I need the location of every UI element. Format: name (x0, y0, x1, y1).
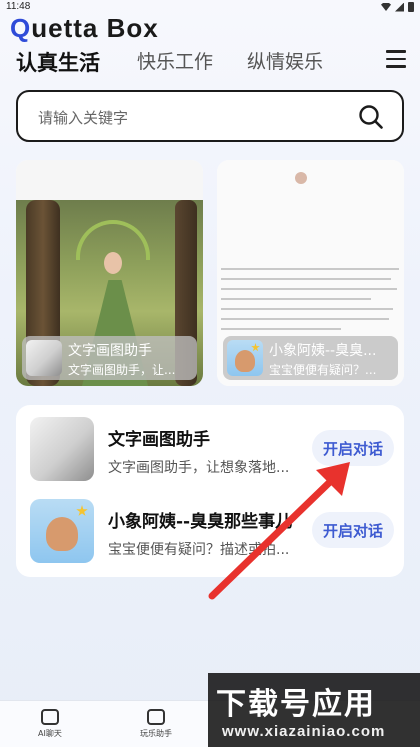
wifi-icon (381, 3, 391, 11)
logo-text: uetta Box (31, 12, 159, 43)
list-item[interactable]: 小象阿姨--臭臭那些事儿 宝宝便便有疑问？描述或拍... 开启对话 (30, 499, 394, 565)
search-icon[interactable] (358, 104, 384, 130)
tab-life[interactable]: 认真生活 (16, 47, 100, 77)
featured-card-title: 文字画图助手 (68, 343, 152, 359)
featured-card-subtitle: 宝宝便便有疑问？... (269, 363, 377, 377)
start-chat-button[interactable]: 开启对话 (312, 512, 394, 548)
nav-play-assistant[interactable]: 玩乐助手 (140, 709, 172, 739)
poop-thumbnail (227, 340, 263, 376)
star-icon (76, 505, 88, 516)
search-input[interactable]: 请输入关键字 (38, 107, 128, 128)
nav-play-assistant-label: 玩乐助手 (140, 729, 172, 738)
assistant-list: 文字画图助手 文字画图助手，让想象落地... 开启对话 小象阿姨--臭臭那些事儿… (16, 405, 404, 577)
tab-entertainment[interactable]: 纵情娱乐 (247, 47, 323, 74)
status-time: 11:48 (6, 1, 31, 12)
nav-ai-chat[interactable]: AI聊天 (38, 709, 62, 739)
list-item-subtitle: 文字画图助手，让想象落地... (108, 460, 290, 476)
featured-card-title: 小象阿姨--臭臭... (269, 343, 377, 359)
avatar (295, 172, 307, 184)
category-tabs: 认真生活 快乐工作 纵情娱乐 (16, 44, 406, 76)
featured-card-subtitle: 文字画图助手，让... (68, 363, 176, 377)
menu-icon[interactable] (386, 50, 406, 68)
poop-icon (235, 350, 255, 372)
logo-q: Q (10, 12, 32, 43)
list-item-title: 文字画图助手 (108, 430, 210, 450)
start-chat-button[interactable]: 开启对话 (312, 430, 394, 466)
search-box[interactable]: 请输入关键字 (16, 90, 404, 142)
app-logo: Quetta Box (10, 12, 159, 43)
watermark-text: 下载号应用 (216, 687, 376, 722)
tab-work[interactable]: 快乐工作 (137, 47, 213, 74)
battery-icon (408, 2, 414, 12)
list-item-subtitle: 宝宝便便有疑问？描述或拍... (108, 542, 290, 558)
featured-card-painting[interactable]: 文字画图助手 文字画图助手，让... (16, 160, 203, 386)
chat-icon (40, 709, 59, 725)
list-item[interactable]: 文字画图助手 文字画图助手，让想象落地... 开启对话 (30, 417, 394, 483)
star-icon (251, 343, 260, 352)
watermark: 下载号应用 www.xiazainiao.com (208, 673, 420, 747)
ink-brush-thumbnail (30, 417, 94, 481)
signal-icon (395, 2, 404, 12)
ink-thumbnail (26, 340, 62, 376)
featured-card-caption: 文字画图助手 文字画图助手，让... (22, 336, 197, 380)
featured-cards: 文字画图助手 文字画图助手，让... 小象阿姨--臭臭... 宝宝便便有疑问？.… (16, 160, 404, 386)
list-item-title: 小象阿姨--臭臭那些事儿 (108, 512, 293, 532)
poop-icon (46, 517, 78, 551)
featured-card-baby[interactable]: 小象阿姨--臭臭... 宝宝便便有疑问？... (217, 160, 404, 386)
robot-icon (147, 709, 165, 725)
girl-head (104, 252, 122, 274)
nav-ai-chat-label: AI聊天 (38, 729, 62, 738)
poop-thumbnail (30, 499, 94, 563)
watermark-url: www.xiazainiao.com (222, 723, 386, 740)
status-icons (381, 2, 414, 12)
featured-card-caption: 小象阿姨--臭臭... 宝宝便便有疑问？... (223, 336, 398, 380)
